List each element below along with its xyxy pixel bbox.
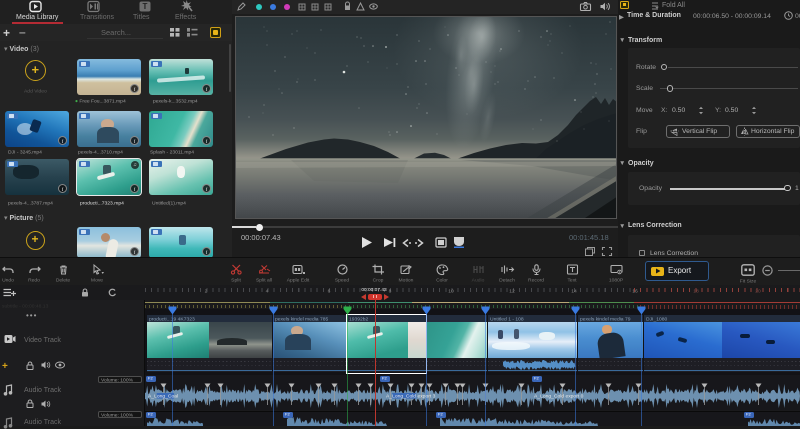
svg-text:T: T	[143, 2, 148, 11]
